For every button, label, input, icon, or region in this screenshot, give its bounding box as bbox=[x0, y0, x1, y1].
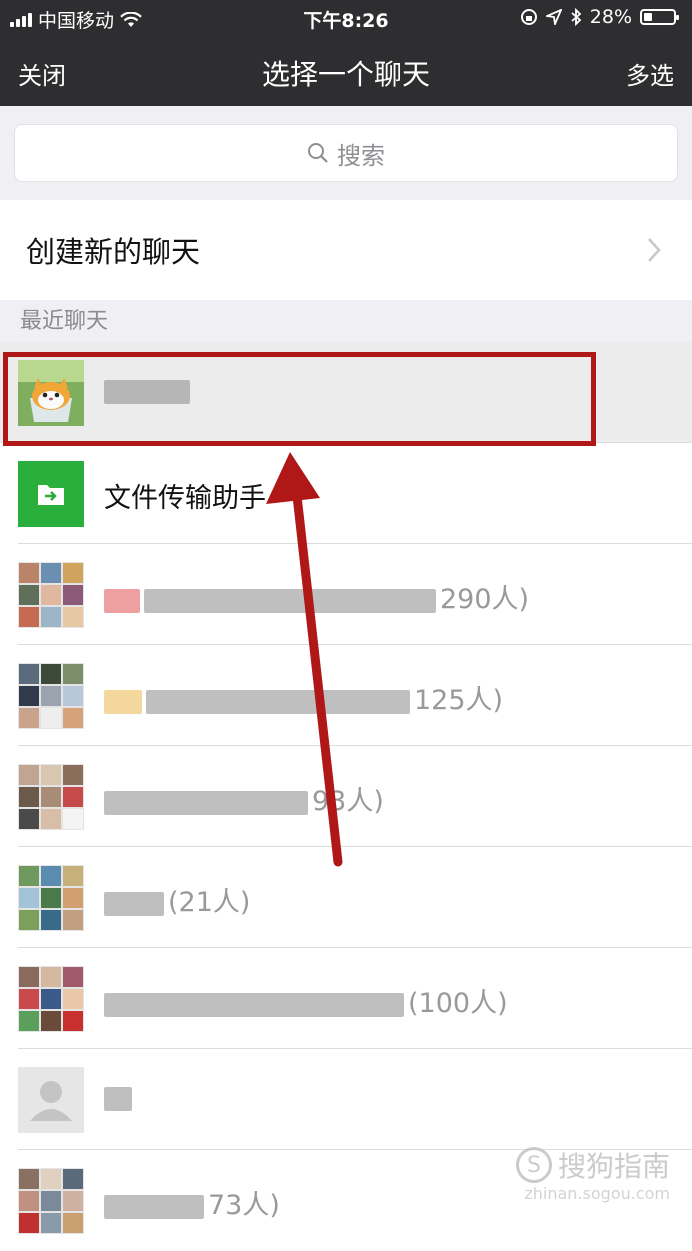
sogou-logo-icon: S bbox=[515, 1147, 552, 1183]
watermark-text: 搜狗指南 bbox=[557, 1150, 670, 1183]
annotation-arrow bbox=[266, 452, 343, 867]
watermark-url: zhinan.sogou.com bbox=[524, 1184, 670, 1203]
watermark: S 搜狗指南 bbox=[515, 1145, 670, 1185]
